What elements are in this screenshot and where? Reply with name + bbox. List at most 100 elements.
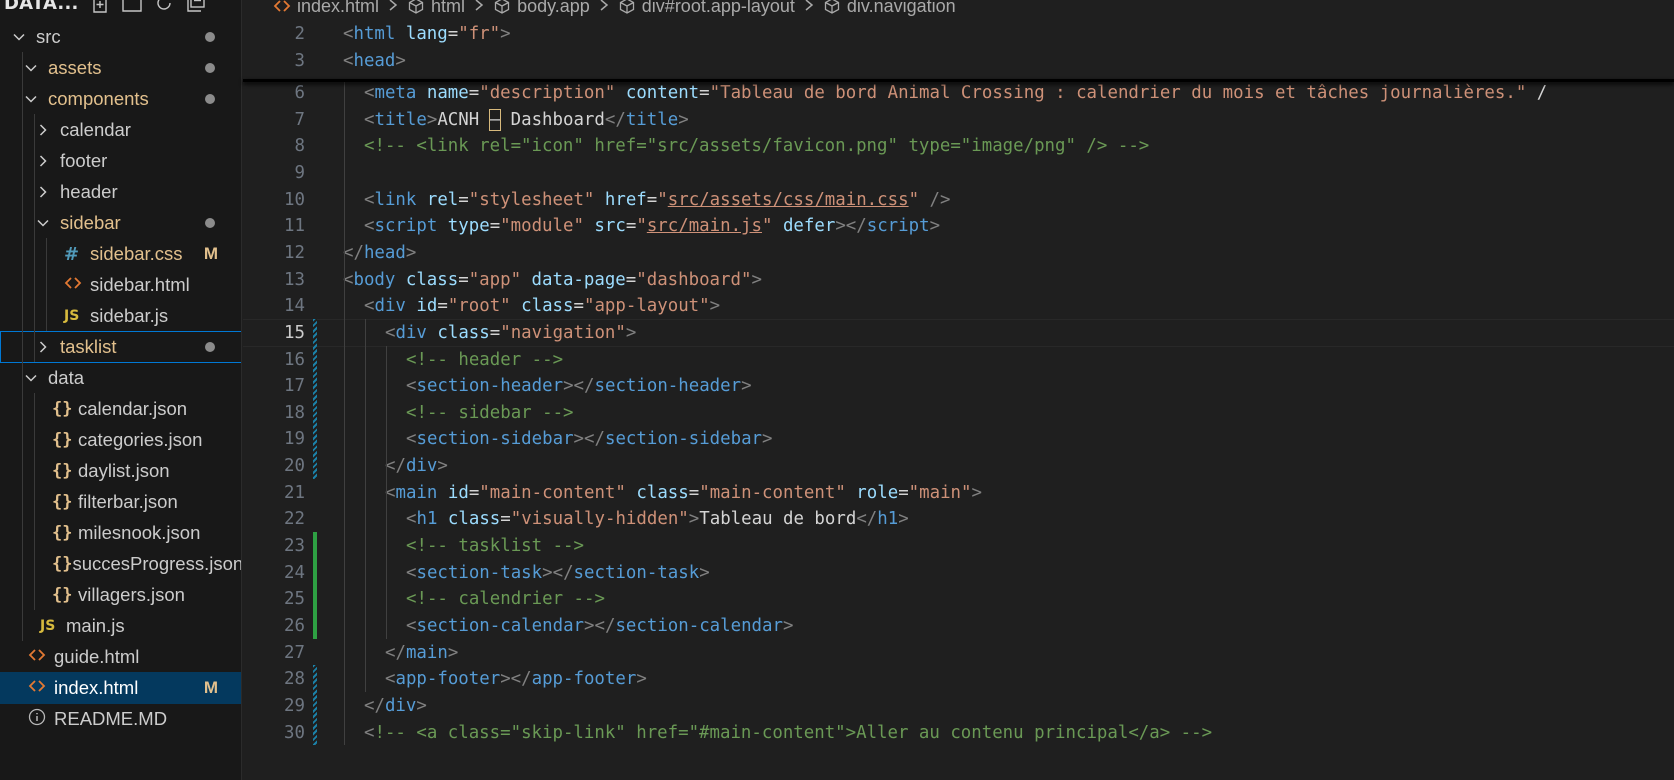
code-line[interactable]: 19 <section-sidebar></section-sidebar> (243, 425, 1674, 453)
code-line[interactable]: 27 </main> (243, 639, 1674, 667)
tree-item-calendar[interactable]: calendar (0, 114, 241, 146)
tree-item-tasklist[interactable]: tasklist (0, 331, 241, 363)
tree-item-label: tasklist (60, 336, 117, 357)
code-line[interactable]: 22 <h1 class="visually-hidden">Tableau de… (243, 505, 1674, 533)
code-line[interactable]: 24 <section-task></section-task> (243, 559, 1674, 587)
code-token: head (363, 242, 406, 263)
collapse-all-icon[interactable] (185, 0, 207, 14)
code-token: name (426, 83, 469, 103)
tree-item-index-html[interactable]: index.html M (0, 672, 241, 704)
tree-item-daylist-json[interactable]: {} daylist.json (0, 455, 241, 487)
code-line[interactable]: 13 <body class="app" data-page="dashboard… (243, 266, 1674, 294)
tree-item-components[interactable]: components (0, 83, 241, 115)
tree-item-sidebar-js[interactable]: JS sidebar.js (0, 300, 241, 332)
code-token: class (447, 509, 501, 530)
code-token: section-header (416, 376, 564, 397)
code-line[interactable]: 12 </head> (243, 239, 1674, 267)
line-number: 8 (294, 136, 305, 157)
code-token: > (636, 669, 647, 690)
code-text: <meta name="description" content="Tablea… (343, 83, 1547, 103)
code-line[interactable]: 3 <head> (243, 47, 1674, 75)
element-cube-icon (619, 0, 634, 14)
code-token: Tableau de bord (699, 509, 857, 530)
git-gutter-modified[interactable] (313, 665, 317, 746)
code-token: </ (604, 109, 626, 130)
tree-item-footer[interactable]: footer (0, 145, 241, 177)
code-token: < (406, 509, 417, 530)
code-token: > (395, 50, 406, 71)
code-line[interactable]: 8 <!-- <link rel="icon" href="src/assets/… (243, 132, 1674, 160)
explorer-header: DATA... (0, 0, 241, 14)
code-token: < (364, 216, 375, 237)
tree-item-header[interactable]: header (0, 176, 241, 208)
code-line[interactable]: 17 <section-header></section-header> (243, 372, 1674, 400)
breadcrumb-item[interactable]: body.app (493, 0, 590, 17)
code-token: " (636, 216, 647, 237)
tree-item-sidebar-css[interactable]: # sidebar.css M (0, 238, 241, 270)
code-text: <h1 class="visually-hidden">Tableau de b… (343, 509, 909, 529)
tree-item-milesnook-json[interactable]: {} milesnook.json (0, 517, 241, 549)
code-line[interactable]: 2 <html lang="fr"> (243, 20, 1674, 48)
git-gutter-modified[interactable] (313, 318, 317, 479)
explorer-title[interactable]: DATA... (4, 0, 79, 14)
new-folder-icon[interactable] (121, 0, 143, 14)
tree-item-main-js[interactable]: JS main.js (0, 610, 241, 642)
code-token: title (374, 109, 427, 130)
tree-item-succesprogress-json[interactable]: {} succesProgress.json (0, 548, 241, 580)
breadcrumb-item[interactable]: div.navigation (823, 0, 956, 17)
code-token: script (374, 216, 438, 237)
code-token: type (447, 216, 490, 237)
tree-item-data[interactable]: data (0, 362, 241, 394)
code-line[interactable]: 29 </div> (243, 692, 1674, 720)
code-token: body (353, 269, 396, 290)
code-line[interactable]: 26 <section-calendar></section-calendar> (243, 612, 1674, 640)
breadcrumb-label: body.app (517, 0, 590, 16)
code-text: <div class="navigation"> (343, 323, 636, 343)
code-line[interactable]: 28 <app-footer></app-footer> (243, 665, 1674, 693)
code-line[interactable]: 10 <link rel="stylesheet" href="src/asset… (243, 186, 1674, 214)
tree-item-assets[interactable]: assets (0, 52, 241, 84)
refresh-icon[interactable] (153, 0, 175, 14)
breadcrumb-item[interactable]: div#root.app-layout (618, 0, 795, 17)
tree-item-filterbar-json[interactable]: {} filterbar.json (0, 486, 241, 518)
code-token: src/assets/css/main.css (667, 189, 909, 210)
breadcrumb-item[interactable]: index.html (273, 0, 379, 17)
tree-item-calendar-json[interactable]: {} calendar.json (0, 393, 241, 425)
code-token: "app" (468, 269, 522, 290)
tree-item-sidebar-html[interactable]: sidebar.html (0, 269, 241, 301)
code-editor[interactable]: 2 <html lang="fr"> 3 <head> 6 <meta name="des… (243, 22, 1674, 780)
code-line[interactable]: 30 <!-- <a class="skip-link" href="#main-… (243, 719, 1674, 747)
code-line[interactable]: 15 <div class="navigation"> (243, 318, 1674, 347)
breadcrumb-item[interactable]: html (407, 0, 465, 17)
code-line[interactable]: 7 <title>ACNH – Dashboard</title> (243, 106, 1674, 134)
code-token: <!-- <link rel="icon" href="src/assets/f… (364, 136, 1150, 157)
code-token: main (405, 642, 448, 663)
code-line[interactable]: 20 </div> (243, 452, 1674, 480)
tree-item-readme-md[interactable]: README.MD (0, 703, 241, 735)
code-line[interactable]: 16 <!-- header --> (243, 346, 1674, 374)
code-line[interactable]: 9 (243, 159, 1674, 187)
new-file-icon[interactable] (89, 0, 111, 14)
code-text: <!-- calendrier --> (343, 589, 605, 609)
tree-item-categories-json[interactable]: {} categories.json (0, 424, 241, 456)
tree-item-guide-html[interactable]: guide.html (0, 641, 241, 673)
code-line[interactable]: 25 <!-- calendrier --> (243, 585, 1674, 613)
git-gutter-added[interactable] (313, 532, 317, 639)
chevron-down-icon (37, 219, 49, 227)
code-text: <div id="root" class="app-layout"> (343, 296, 720, 316)
code-token: data-page (531, 269, 626, 290)
code-line[interactable]: 11 <script type="module" src="src/main.js… (243, 212, 1674, 240)
code-text: <script type="module" src="src/main.js" … (343, 216, 940, 236)
tree-item-src[interactable]: src (0, 21, 241, 53)
code-line[interactable]: 23 <!-- tasklist --> (243, 532, 1674, 560)
code-token: > (762, 429, 773, 450)
code-token: ></ (573, 429, 605, 450)
html-file-icon (28, 646, 54, 668)
tree-indent-guide (46, 238, 47, 331)
code-line[interactable]: 21 <main id="main-content" class="main-co… (243, 479, 1674, 507)
code-line[interactable]: 14 <div id="root" class="app-layout"> (243, 292, 1674, 320)
code-line[interactable]: 18 <!-- sidebar --> (243, 399, 1674, 427)
tree-item-sidebar[interactable]: sidebar (0, 207, 241, 239)
code-line[interactable]: 6 <meta name="description" content="Table… (243, 79, 1674, 107)
tree-item-villagers-json[interactable]: {} villagers.json (0, 579, 241, 611)
